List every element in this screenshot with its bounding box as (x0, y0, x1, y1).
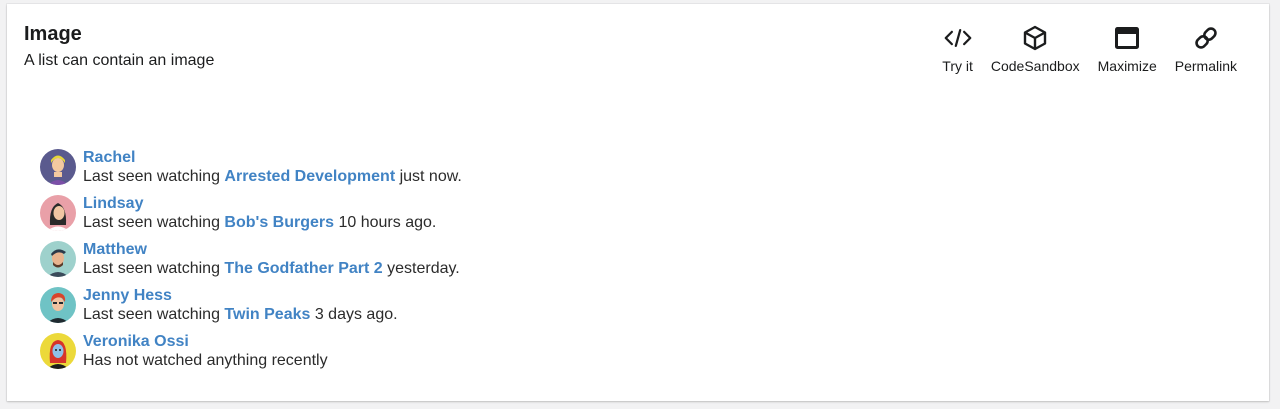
codesandbox-label: CodeSandbox (990, 58, 1080, 74)
avatar (40, 241, 76, 277)
example-title: Image (24, 23, 82, 45)
show-link[interactable]: Arrested Development (224, 168, 395, 185)
user-name-link[interactable]: Veronika Ossi (83, 332, 328, 351)
user-activity: Has not watched anything recently (83, 351, 328, 370)
list-item: Rachel Last seen watching Arrested Devel… (40, 144, 462, 190)
link-icon (1192, 24, 1220, 52)
avatar (40, 333, 76, 369)
activity-suffix: 10 hours ago. (334, 214, 437, 231)
try-it-button[interactable]: Try it (933, 24, 982, 74)
list-item: Veronika Ossi Has not watched anything r… (40, 328, 462, 374)
user-activity: Last seen watching Bob's Burgers 10 hour… (83, 213, 436, 232)
user-list: Rachel Last seen watching Arrested Devel… (40, 144, 462, 374)
user-activity: Last seen watching Twin Peaks 3 days ago… (83, 305, 398, 324)
list-item: Jenny Hess Last seen watching Twin Peaks… (40, 282, 462, 328)
maximize-label: Maximize (1097, 58, 1157, 74)
window-maximize-icon (1113, 24, 1141, 52)
show-link[interactable]: Twin Peaks (224, 306, 310, 323)
activity-suffix: 3 days ago. (310, 306, 398, 323)
try-it-label: Try it (942, 58, 973, 74)
user-name-link[interactable]: Rachel (83, 148, 462, 167)
activity-prefix: Last seen watching (83, 168, 225, 185)
user-name-link[interactable]: Jenny Hess (83, 286, 398, 305)
activity-suffix: yesterday. (382, 260, 460, 277)
cube-icon (1021, 24, 1049, 52)
maximize-button[interactable]: Maximize (1089, 24, 1166, 74)
list-item: Matthew Last seen watching The Godfather… (40, 236, 462, 282)
example-actions: Try it CodeSandbox Maximize Permalink (933, 24, 1246, 74)
user-activity: Last seen watching Arrested Development … (83, 167, 462, 186)
activity-prefix: Last seen watching (83, 214, 225, 231)
activity-prefix: Last seen watching (83, 306, 225, 323)
activity-suffix: just now. (395, 168, 462, 185)
list-item: Lindsay Last seen watching Bob's Burgers… (40, 190, 462, 236)
code-icon (944, 24, 972, 52)
user-activity: Last seen watching The Godfather Part 2 … (83, 259, 460, 278)
show-link[interactable]: The Godfather Part 2 (224, 260, 382, 277)
show-link[interactable]: Bob's Burgers (224, 214, 334, 231)
avatar (40, 195, 76, 231)
activity-prefix: Last seen watching (83, 260, 225, 277)
user-name-link[interactable]: Lindsay (83, 194, 436, 213)
avatar (40, 287, 76, 323)
avatar (40, 149, 76, 185)
user-name-link[interactable]: Matthew (83, 240, 460, 259)
codesandbox-button[interactable]: CodeSandbox (982, 24, 1089, 74)
permalink-label: Permalink (1174, 58, 1237, 74)
example-card: Image A list can contain an image Try it… (7, 4, 1269, 401)
permalink-button[interactable]: Permalink (1166, 24, 1246, 74)
example-description: A list can contain an image (24, 52, 215, 69)
activity-prefix: Has not watched anything recently (83, 352, 328, 369)
